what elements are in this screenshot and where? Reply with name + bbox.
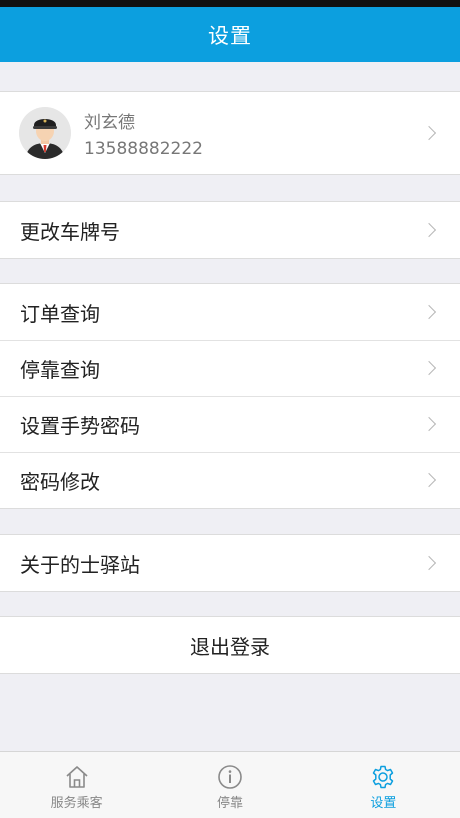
profile-phone: 13588882222 <box>84 138 203 159</box>
profile-row[interactable]: 刘玄德 13588882222 <box>0 92 460 174</box>
chevron-right-icon <box>421 555 437 571</box>
logout-label: 退出登录 <box>190 634 270 659</box>
account-group: 订单查询 停靠查询 设置手势密码 密码修改 <box>0 283 460 509</box>
avatar <box>19 107 71 159</box>
chevron-right-icon <box>421 472 437 488</box>
change-plate-label: 更改车牌号 <box>20 219 120 244</box>
gesture-password-item[interactable]: 设置手势密码 <box>0 396 460 452</box>
chevron-right-icon <box>421 125 437 141</box>
status-bar <box>0 0 460 7</box>
chevron-right-icon <box>421 360 437 376</box>
profile-info: 刘玄德 13588882222 <box>84 108 203 159</box>
tab-parking[interactable]: 停靠 <box>153 752 306 818</box>
home-icon <box>66 766 88 788</box>
order-query-label: 订单查询 <box>20 301 100 326</box>
chevron-right-icon <box>421 416 437 432</box>
page-title: 设置 <box>208 23 252 48</box>
tab-serve-passengers[interactable]: 服务乘客 <box>0 752 153 818</box>
title-bar: 设置 <box>0 7 460 62</box>
logout-group: 退出登录 <box>0 616 460 674</box>
parking-query-label: 停靠查询 <box>20 357 100 382</box>
chevron-right-icon <box>421 304 437 320</box>
info-icon <box>218 765 242 789</box>
parking-query-item[interactable]: 停靠查询 <box>0 340 460 396</box>
profile-group: 刘玄德 13588882222 <box>0 91 460 175</box>
tab-label: 设置 <box>370 796 397 811</box>
about-item[interactable]: 关于的士驿站 <box>0 535 460 591</box>
order-query-item[interactable]: 订单查询 <box>0 284 460 340</box>
tab-label: 服务乘客 <box>50 796 103 811</box>
tab-label: 停靠 <box>216 796 243 811</box>
gesture-password-label: 设置手势密码 <box>20 413 140 438</box>
tab-bar: 服务乘客 停靠 设置 <box>0 751 460 818</box>
change-password-item[interactable]: 密码修改 <box>0 452 460 508</box>
chevron-right-icon <box>421 222 437 238</box>
plate-group: 更改车牌号 <box>0 201 460 259</box>
change-password-label: 密码修改 <box>20 469 100 494</box>
profile-name: 刘玄德 <box>84 112 135 133</box>
logout-button[interactable]: 退出登录 <box>0 617 460 673</box>
change-plate-item[interactable]: 更改车牌号 <box>0 202 460 258</box>
tab-settings[interactable]: 设置 <box>307 752 460 818</box>
about-group: 关于的士驿站 <box>0 534 460 592</box>
gear-icon <box>373 765 394 789</box>
about-label: 关于的士驿站 <box>20 552 140 577</box>
